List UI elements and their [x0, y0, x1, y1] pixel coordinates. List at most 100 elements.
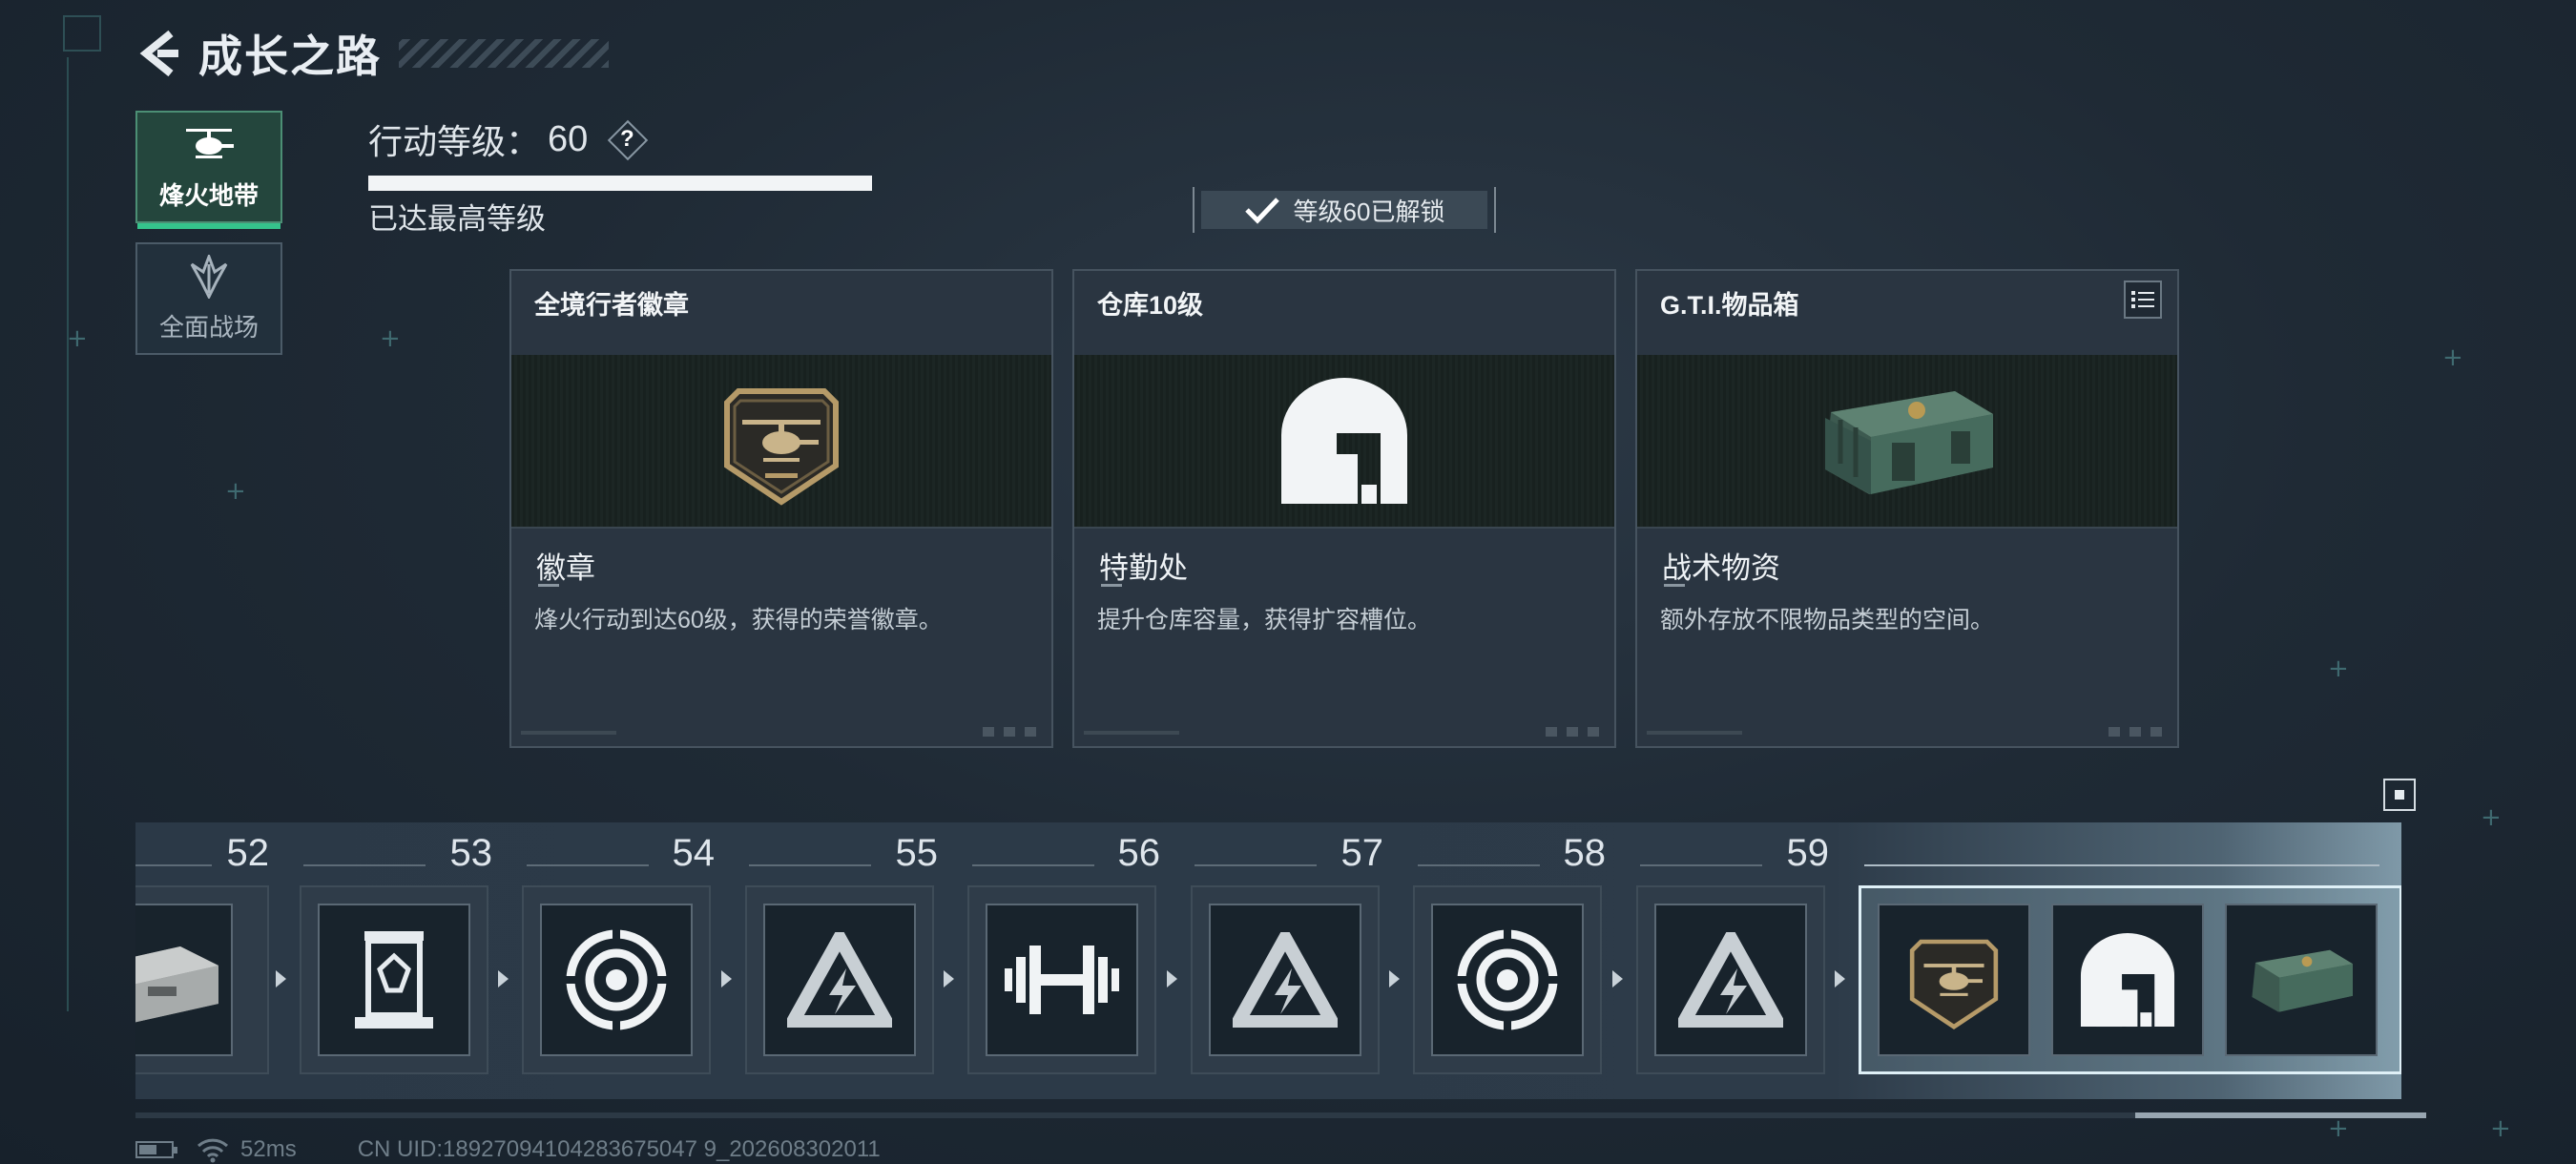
level-tick: [972, 864, 1094, 866]
wifi-icon: [197, 1138, 229, 1163]
reward-tile-52[interactable]: [135, 904, 233, 1056]
max-level-status: 已达最高等级: [368, 202, 546, 236]
back-button[interactable]: [135, 27, 183, 80]
track-end-marker[interactable]: [2383, 779, 2416, 811]
hud-corner-mark: [63, 15, 101, 52]
category-underline: [1664, 584, 1685, 587]
hud-cross-mark: +: [380, 324, 401, 353]
level-number: 53: [449, 832, 493, 874]
card-footer-mark: [1647, 731, 1742, 735]
mode-tab-warzone[interactable]: 烽火地带: [135, 111, 282, 229]
reward-tile-58[interactable]: [1431, 904, 1584, 1056]
mode-tab-label: 烽火地带: [158, 180, 259, 210]
reward-tile-60-badge[interactable]: [1878, 904, 2030, 1056]
level-tick: [135, 864, 212, 866]
level-number: 59: [1786, 832, 1830, 874]
level-value: 60: [548, 118, 589, 159]
reward-tile-55[interactable]: [763, 904, 916, 1056]
level-tick: [527, 864, 649, 866]
reward-title: G.T.I.物品箱: [1660, 291, 1799, 320]
level-number-final: 60: [2400, 824, 2401, 880]
active-tab-indicator: [137, 223, 280, 229]
helicopter-icon: [186, 128, 234, 158]
card-footer-dots: [983, 727, 1040, 737]
level-number: 54: [672, 832, 716, 874]
title-decoration: [399, 39, 609, 68]
item-list-button[interactable]: [2124, 281, 2162, 319]
reward-tile-57[interactable]: [1209, 904, 1361, 1056]
card-footer-mark: [1084, 731, 1179, 735]
status-bar: 52ms CN UID:18927094104283675047 9_20260…: [135, 1135, 881, 1164]
help-button[interactable]: ?: [608, 119, 649, 161]
level-number: 58: [1563, 832, 1607, 874]
unlock-text: 等级60已解锁: [1293, 197, 1445, 226]
level-tick: [749, 864, 871, 866]
reward-card-crate[interactable]: G.T.I.物品箱 战术物资 额外存放不限物品类型的空间。: [1635, 269, 2179, 748]
level-number: 57: [1340, 832, 1384, 874]
reward-description: 提升仓库容量，获得扩容槽位。: [1097, 607, 1432, 634]
category-underline: [1101, 584, 1122, 587]
reward-card-warehouse[interactable]: 仓库10级 特勤处 提升仓库容量，获得扩容槽位。: [1072, 269, 1616, 748]
helicopter-badge-icon: [1909, 939, 1999, 1030]
track-arrow: [276, 970, 286, 987]
hud-cross-mark: +: [225, 477, 246, 506]
page-title: 成长之路: [198, 31, 382, 81]
track-scrollbar-thumb[interactable]: [2135, 1112, 2426, 1118]
lightning-triangle-icon: [1678, 932, 1783, 1028]
level-info: 行动等级： 60 ?: [368, 114, 649, 164]
reward-category: 特勤处: [1099, 551, 1188, 585]
level-tick: [1864, 864, 2379, 866]
hud-cross-mark: +: [2481, 803, 2502, 832]
reward-tile-60-crate[interactable]: [2225, 904, 2378, 1056]
lightning-triangle-icon: [1233, 932, 1338, 1028]
list-icon: [2131, 291, 2154, 308]
mode-tab-battlefield[interactable]: 全面战场: [135, 242, 282, 355]
reward-tile-59[interactable]: [1654, 904, 1807, 1056]
reward-description: 额外存放不限物品类型的空间。: [1660, 607, 1995, 634]
track-arrow: [1167, 970, 1177, 987]
reward-tile-54[interactable]: [540, 904, 693, 1056]
back-arrow-icon: [139, 30, 178, 77]
level-track[interactable]: 52 53 54 55 56 57 58 59 60: [135, 822, 2401, 1099]
ping-text: 52ms: [240, 1136, 297, 1162]
case-icon: [135, 946, 218, 1023]
reward-category: 徽章: [536, 551, 595, 585]
helicopter-badge-icon: [724, 388, 839, 506]
reward-tile-60-warehouse[interactable]: [2051, 904, 2204, 1056]
battlefield-emblem-icon: [190, 254, 228, 299]
track-arrow: [498, 970, 509, 987]
mode-tab-label: 全面战场: [158, 312, 259, 342]
reward-title: 仓库10级: [1097, 291, 1204, 320]
level-number: 55: [895, 832, 939, 874]
reward-description: 烽火行动到达60级，获得的荣誉徽章。: [534, 607, 943, 634]
level-progress-bar: [368, 176, 872, 191]
unlock-badge: 等级60已解锁: [1193, 187, 1496, 233]
track-arrow: [721, 970, 732, 987]
reward-title: 全境行者徽章: [534, 291, 689, 320]
level-tick: [1640, 864, 1762, 866]
reward-tile-53[interactable]: [318, 904, 470, 1056]
dumbbell-icon: [1005, 946, 1119, 1014]
check-icon: [1244, 197, 1279, 224]
reward-tile-56[interactable]: [986, 904, 1138, 1056]
display-case-icon: [355, 931, 433, 1029]
reward-card-badge[interactable]: 全境行者徽章 徽章 烽火行动到达60级，获得的荣誉徽章。: [509, 269, 1053, 748]
card-footer-mark: [521, 731, 616, 735]
hud-cross-mark: +: [2328, 1114, 2349, 1143]
category-underline: [538, 584, 559, 587]
hud-side-line: [67, 57, 69, 1011]
level-tick: [1195, 864, 1317, 866]
hud-cross-mark: +: [2442, 343, 2463, 372]
lightning-triangle-icon: [787, 932, 892, 1028]
level-label: 行动等级：: [368, 122, 541, 161]
card-footer-dots: [1546, 727, 1603, 737]
page-header: 成长之路: [135, 23, 609, 84]
card-footer-dots: [2109, 727, 2166, 737]
hud-cross-mark: +: [2490, 1114, 2511, 1143]
battery-icon: [135, 1141, 177, 1158]
target-icon: [564, 927, 669, 1032]
supply-crate-icon: [2252, 949, 2353, 1012]
track-scrollbar[interactable]: [135, 1112, 2425, 1118]
level-tick: [303, 864, 426, 866]
track-arrow: [1835, 970, 1845, 987]
